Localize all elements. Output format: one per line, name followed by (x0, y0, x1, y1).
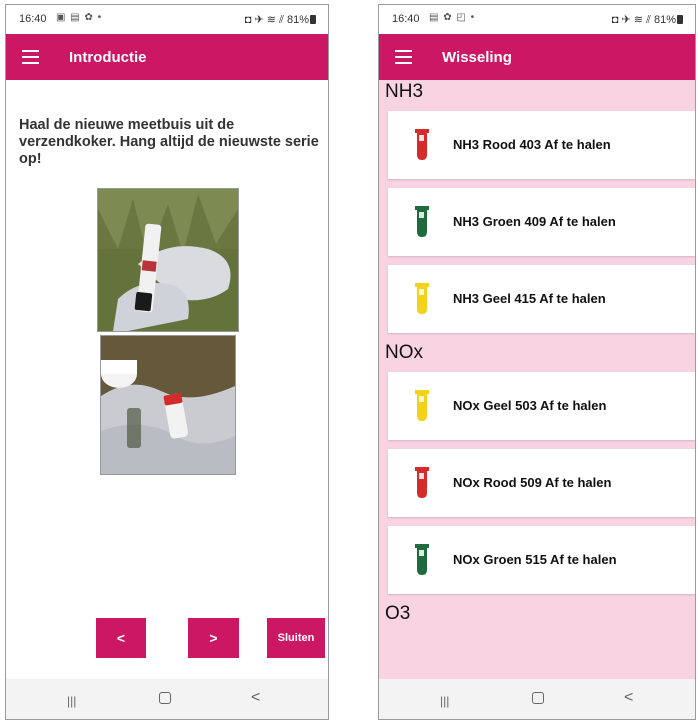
recent-apps-icon[interactable]: ||| (67, 694, 76, 708)
exchange-screen: 16:40 ▤ ✿ ◰ • ◘ ✈ ≋ ⫽ 81% Wisseling NH3 N… (378, 4, 696, 720)
green-tube-icon (415, 544, 429, 575)
section-header: O3 (385, 603, 411, 624)
app-bar: Introductie (6, 34, 328, 80)
green-tube-icon (415, 206, 429, 237)
notification-icons: ▤ ✿ ◰ • (429, 12, 476, 23)
sample-tube-card[interactable]: NOx Groen 515 Af te halen (388, 526, 695, 594)
section-header: NOx (385, 342, 423, 363)
intro-screen: 16:40 ▣ ▤ ✿ • ◘ ✈ ≋ ⫽ 81% Introductie Ha… (5, 4, 329, 720)
status-right: ◘ ✈ ≋ ⫽ 81% (612, 13, 683, 27)
battery-icon (677, 15, 683, 24)
sample-tube-card[interactable]: NH3 Geel 415 Af te halen (388, 265, 695, 333)
section-header: NH3 (385, 81, 424, 102)
recent-apps-icon[interactable]: ||| (440, 694, 449, 708)
sample-tube-label: NH3 Geel 415 Af te halen (453, 291, 606, 306)
hamburger-menu-icon[interactable] (22, 50, 39, 64)
battery-level: 81% (286, 14, 309, 26)
battery-icon (310, 15, 316, 24)
battery-level: 81% (653, 14, 676, 26)
close-button[interactable]: Sluiten (267, 618, 325, 658)
red-tube-icon (415, 467, 429, 498)
sample-tube-card[interactable]: NH3 Groen 409 Af te halen (388, 188, 695, 256)
sample-tube-label: NOx Geel 503 Af te halen (453, 398, 607, 413)
system-nav-bar: ||| < (379, 679, 695, 719)
system-nav-bar: ||| < (6, 679, 328, 719)
next-button[interactable]: > (188, 618, 239, 658)
status-time: 16:40 (19, 13, 47, 25)
previous-button[interactable]: < (96, 618, 146, 658)
instruction-text: Haal de nieuwe meetbuis uit de verzendko… (19, 117, 319, 167)
signal-icons: ◘ ✈ ≋ ⫽ (244, 14, 287, 26)
sample-tube-label: NOx Groen 515 Af te halen (453, 552, 617, 567)
sample-tube-card[interactable]: NOx Rood 509 Af te halen (388, 449, 695, 517)
page-title: Introductie (69, 49, 147, 66)
sample-tube-label: NH3 Groen 409 Af te halen (453, 214, 616, 229)
hamburger-menu-icon[interactable] (395, 50, 412, 64)
sample-tube-label: NOx Rood 509 Af te halen (453, 475, 612, 490)
cap-and-tube-photo (100, 335, 236, 475)
sample-tube-card[interactable]: NOx Geel 503 Af te halen (388, 372, 695, 440)
page-title: Wisseling (442, 49, 512, 66)
status-time: 16:40 (392, 13, 420, 25)
exchange-list: NH3 NH3 Rood 403 Af te halen NH3 Groen 409… (379, 80, 695, 679)
yellow-tube-icon (415, 390, 429, 421)
red-tube-icon (415, 129, 429, 160)
yellow-tube-icon (415, 283, 429, 314)
status-bar: 16:40 ▣ ▤ ✿ • ◘ ✈ ≋ ⫽ 81% (6, 5, 328, 33)
back-icon[interactable]: < (624, 689, 633, 707)
sample-tube-card[interactable]: NH3 Rood 403 Af te halen (388, 111, 695, 179)
home-icon[interactable] (532, 692, 544, 704)
tube-in-hands-photo (97, 188, 239, 332)
sample-tube-label: NH3 Rood 403 Af te halen (453, 137, 611, 152)
status-right: ◘ ✈ ≋ ⫽ 81% (245, 13, 316, 27)
back-icon[interactable]: < (251, 689, 260, 707)
signal-icons: ◘ ✈ ≋ ⫽ (611, 14, 654, 26)
home-icon[interactable] (159, 692, 171, 704)
notification-icons: ▣ ▤ ✿ • (56, 12, 103, 23)
status-bar: 16:40 ▤ ✿ ◰ • ◘ ✈ ≋ ⫽ 81% (379, 5, 695, 33)
app-bar: Wisseling (379, 34, 695, 80)
